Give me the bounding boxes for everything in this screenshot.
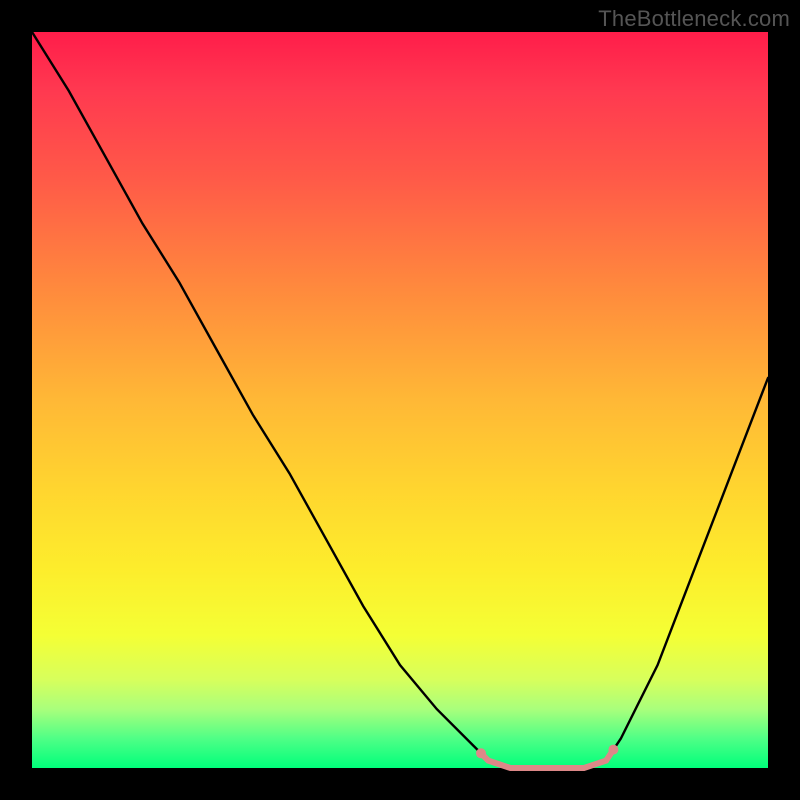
curve-layer	[32, 32, 768, 768]
highlight-dot-right	[608, 745, 618, 755]
highlight-dot-left	[476, 748, 486, 758]
highlight-segment	[481, 750, 613, 768]
plot-area	[32, 32, 768, 768]
watermark-text: TheBottleneck.com	[598, 6, 790, 32]
outer-frame: TheBottleneck.com	[0, 0, 800, 800]
bottleneck-curve	[32, 32, 768, 768]
